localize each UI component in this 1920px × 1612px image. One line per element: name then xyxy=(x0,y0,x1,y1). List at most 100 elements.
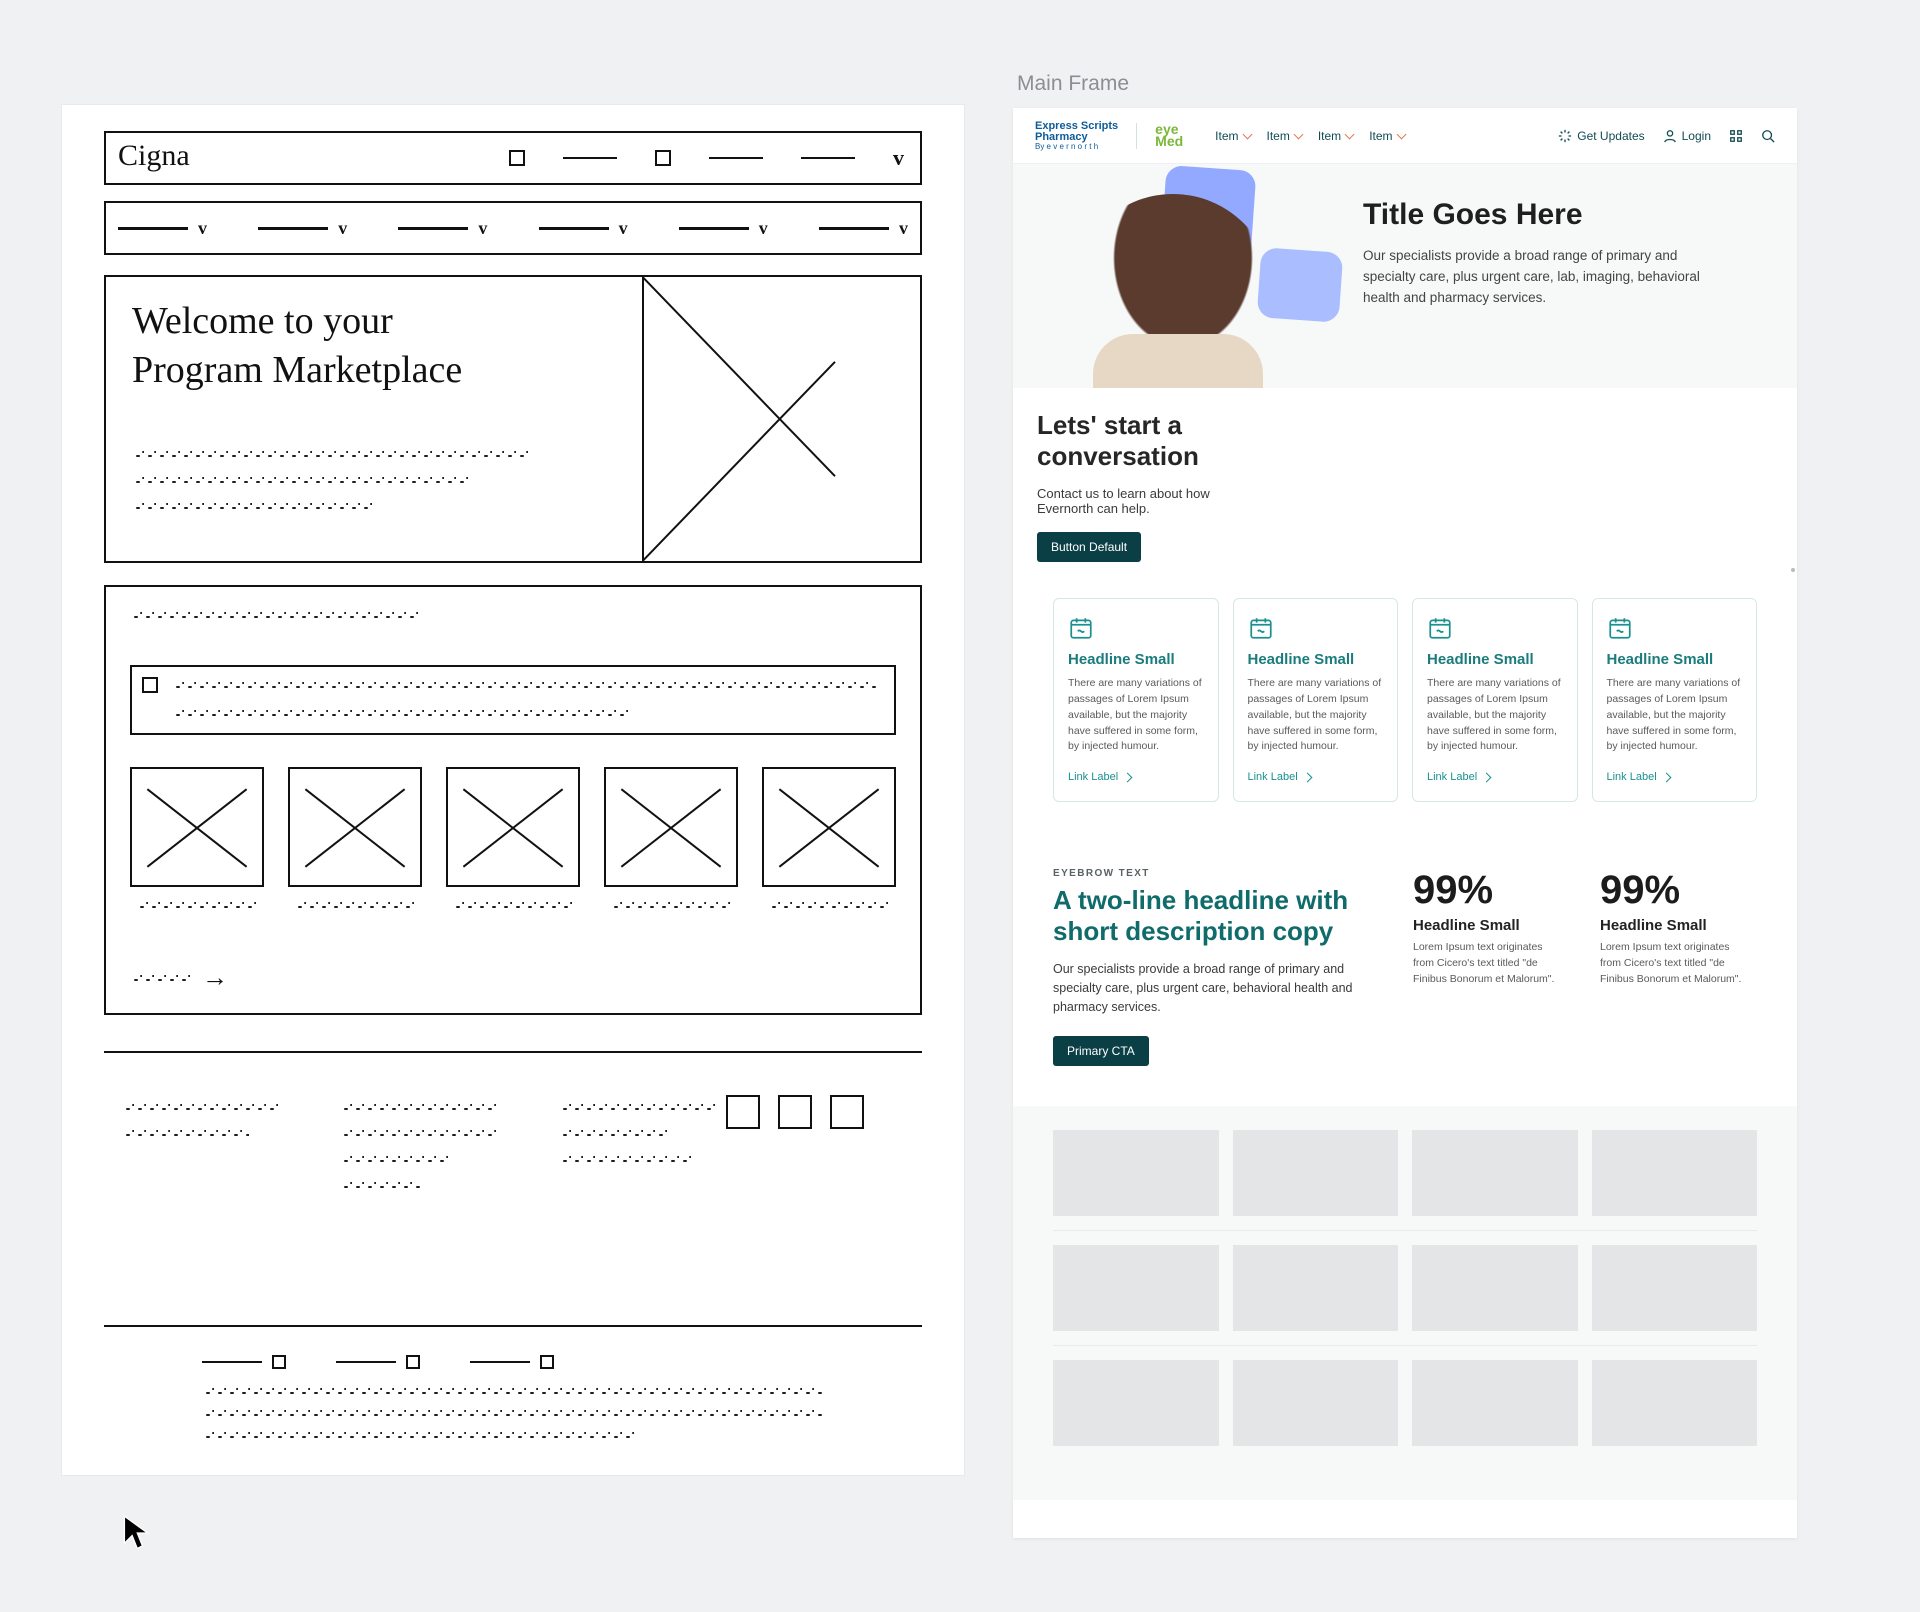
main-frame[interactable]: Express Scripts Pharmacy By e v e r n o … xyxy=(1013,108,1797,1538)
logo-line2: Pharmacy xyxy=(1035,132,1118,143)
stats-section: EYEBROW TEXT A two-line headline with sh… xyxy=(1013,832,1797,1106)
chevron-down-icon: v xyxy=(893,145,904,171)
arrow-right-icon xyxy=(1661,772,1671,782)
login-link[interactable]: Login xyxy=(1663,129,1711,143)
top-nav: Express Scripts Pharmacy By e v e r n o … xyxy=(1013,108,1797,164)
get-updates-label: Get Updates xyxy=(1577,129,1644,143)
hero-title-line2: Program Marketplace xyxy=(132,349,462,391)
card-link[interactable]: Link Label xyxy=(1607,771,1670,783)
card-title: Headline Small xyxy=(1427,651,1563,668)
arrow-right-icon: → xyxy=(202,963,228,993)
sketch-banner xyxy=(130,665,896,735)
sketch-line xyxy=(709,157,763,159)
stat-heading: Headline Small xyxy=(1413,917,1570,934)
nav-item-label: Item xyxy=(1215,129,1238,143)
grid-icon[interactable] xyxy=(1729,129,1743,143)
checkbox-icon xyxy=(655,150,671,166)
stats-body: Our specialists provide a broad range of… xyxy=(1053,960,1373,1018)
image-placeholder xyxy=(1412,1360,1578,1446)
get-updates-link[interactable]: Get Updates xyxy=(1558,129,1644,143)
hero-title-line1: Welcome to your xyxy=(132,300,393,342)
hero-image xyxy=(1013,164,1343,388)
image-placeholder xyxy=(1592,1130,1758,1216)
card-link[interactable]: Link Label xyxy=(1248,771,1311,783)
nav-item-0[interactable]: Item xyxy=(1215,129,1250,143)
hero-section: Title Goes Here Our specialists provide … xyxy=(1013,164,1797,388)
convo-cta-button[interactable]: Button Default xyxy=(1037,532,1141,562)
feature-card-1: Headline Small There are many variations… xyxy=(1233,598,1399,802)
stat-value: 99% xyxy=(1600,868,1757,913)
hero-body: Our specialists provide a broad range of… xyxy=(1363,246,1703,309)
card-link[interactable]: Link Label xyxy=(1068,771,1131,783)
image-placeholder xyxy=(1592,1360,1758,1446)
nav-item-2[interactable]: Item xyxy=(1318,129,1353,143)
sketch-card xyxy=(604,767,738,887)
sketch-card xyxy=(446,767,580,887)
conversation-section: Lets' start a conversation Contact us to… xyxy=(1013,388,1797,588)
card-link[interactable]: Link Label xyxy=(1427,771,1490,783)
hero-title: Title Goes Here xyxy=(1363,198,1769,232)
card-link-label: Link Label xyxy=(1607,771,1657,783)
sketch-card-row xyxy=(130,767,896,887)
image-placeholder xyxy=(1233,1245,1399,1331)
nav-item-1[interactable]: Item xyxy=(1267,129,1302,143)
card-title: Headline Small xyxy=(1248,651,1384,668)
calendar-link-icon xyxy=(1607,615,1633,641)
sparkle-icon xyxy=(1558,129,1572,143)
sketch-card xyxy=(762,767,896,887)
sketch-menubar: v v v v v v xyxy=(104,201,922,255)
feature-card-2: Headline Small There are many variations… xyxy=(1412,598,1578,802)
card-link-label: Link Label xyxy=(1427,771,1477,783)
stat-0: 99% Headline Small Lorem Ipsum text orig… xyxy=(1413,868,1570,1066)
sketch-divider xyxy=(104,1325,922,1327)
stats-eyebrow: EYEBROW TEXT xyxy=(1053,868,1383,879)
sketch-footer xyxy=(202,1355,824,1453)
nav-item-3[interactable]: Item xyxy=(1369,129,1404,143)
logo-sub: By e v e r n o r t h xyxy=(1035,143,1118,151)
sketch-hero-title: Welcome to your Program Marketplace xyxy=(132,297,462,396)
chevron-down-icon xyxy=(1345,130,1355,140)
calendar-link-icon xyxy=(1248,615,1274,641)
grid-row xyxy=(1053,1346,1757,1460)
image-placeholder xyxy=(1412,1130,1578,1216)
image-placeholder xyxy=(1233,1130,1399,1216)
logo-divider xyxy=(1136,123,1137,149)
calendar-link-icon xyxy=(1427,615,1453,641)
convo-title: Lets' start a conversation xyxy=(1037,410,1267,472)
sketch-section-columns xyxy=(122,1085,904,1305)
image-grid xyxy=(1013,1106,1797,1500)
logo-express-scripts[interactable]: Express Scripts Pharmacy By e v e r n o … xyxy=(1035,121,1118,151)
sketch-section-carousel: → xyxy=(104,585,922,1015)
card-title: Headline Small xyxy=(1607,651,1743,668)
image-placeholder xyxy=(1053,1360,1219,1446)
stat-1: 99% Headline Small Lorem Ipsum text orig… xyxy=(1600,868,1757,1066)
sketch-card xyxy=(130,767,264,887)
user-icon xyxy=(1663,129,1677,143)
image-placeholder xyxy=(1233,1360,1399,1446)
cursor-icon xyxy=(122,1515,150,1556)
image-placeholder xyxy=(1592,1245,1758,1331)
stat-heading: Headline Small xyxy=(1600,917,1757,934)
arrow-right-icon xyxy=(1123,772,1133,782)
sketch-hero-body xyxy=(132,432,532,528)
stat-value: 99% xyxy=(1413,868,1570,913)
checkbox-icon xyxy=(509,150,525,166)
image-placeholder xyxy=(1053,1245,1219,1331)
sketch-divider xyxy=(104,1051,922,1053)
search-icon[interactable] xyxy=(1761,129,1775,143)
sketch-hero: Welcome to your Program Marketplace xyxy=(104,275,922,563)
chevron-down-icon xyxy=(1242,130,1252,140)
arrow-right-icon xyxy=(1482,772,1492,782)
feature-cards: Headline Small There are many variations… xyxy=(1013,588,1797,832)
logo-line1: Express Scripts xyxy=(1035,121,1118,132)
logo-eyemed[interactable]: eye Med xyxy=(1155,124,1183,146)
nav-item-label: Item xyxy=(1369,129,1392,143)
sketch-hero-image-placeholder xyxy=(642,277,920,561)
stats-headline: A two-line headline with short descripti… xyxy=(1053,885,1363,947)
chevron-down-icon xyxy=(1293,130,1303,140)
feature-card-3: Headline Small There are many variations… xyxy=(1592,598,1758,802)
login-label: Login xyxy=(1682,129,1711,143)
stats-cta-button[interactable]: Primary CTA xyxy=(1053,1036,1149,1066)
sketch-line xyxy=(563,157,617,159)
sketch-topbar-items: v xyxy=(509,145,904,171)
